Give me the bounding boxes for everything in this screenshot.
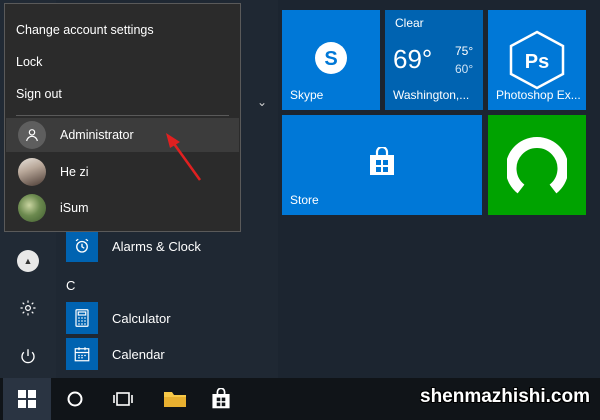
account-he-zi[interactable]: He zi: [6, 155, 239, 189]
tile-label: Photoshop Ex...: [496, 88, 581, 102]
app-label: Calculator: [112, 310, 171, 326]
power-button[interactable]: [8, 336, 48, 376]
tile-skype[interactable]: S Skype: [282, 10, 380, 110]
avatar: [18, 194, 46, 222]
weather-condition: Clear: [395, 16, 424, 30]
account-name: iSum: [60, 201, 89, 215]
account-name: He zi: [60, 165, 89, 179]
menu-divider: [16, 115, 229, 116]
app-item-calculator[interactable]: Calculator: [66, 302, 171, 334]
tile-weather[interactable]: Clear 69° 75° 60° Washington,...: [385, 10, 483, 110]
photoshop-icon: Ps: [509, 30, 565, 90]
account-name: Administrator: [60, 128, 134, 142]
tile-label: Skype: [290, 88, 324, 102]
account-menu: Change account settings Lock Sign out Ad…: [4, 3, 241, 232]
avatar: [18, 158, 46, 186]
lock-item[interactable]: Lock: [16, 55, 42, 69]
file-explorer-button[interactable]: [151, 378, 199, 420]
alarm-clock-icon: [66, 230, 98, 262]
section-letter-header[interactable]: C: [66, 278, 75, 293]
start-menu-screen: ▲ Alarms & Clock C Calculator Calendar ⌄…: [0, 0, 600, 420]
account-isum[interactable]: iSum: [6, 191, 239, 225]
weather-temp: 69°: [393, 44, 433, 74]
windows-start-icon: [18, 390, 36, 408]
settings-button[interactable]: [8, 288, 48, 328]
svg-text:Ps: Ps: [525, 51, 549, 73]
task-view-icon: [113, 392, 133, 406]
avatar: [18, 121, 46, 149]
task-view-button[interactable]: [99, 378, 147, 420]
cortana-button[interactable]: [51, 378, 99, 420]
account-administrator[interactable]: Administrator: [6, 118, 239, 152]
tile-app[interactable]: [488, 115, 586, 215]
svg-text:S: S: [324, 48, 337, 70]
skype-icon: S: [315, 42, 347, 74]
user-icon: [26, 129, 38, 142]
app-label: Alarms & Clock: [112, 238, 201, 254]
store-taskbar-button[interactable]: [197, 378, 245, 420]
user-avatar-icon: ▲: [17, 250, 39, 272]
green-ring-icon: [507, 137, 567, 194]
user-avatar-button[interactable]: ▲: [8, 241, 48, 281]
power-icon: [21, 349, 35, 364]
tile-label: Washington,...: [393, 88, 470, 102]
sign-out-item[interactable]: Sign out: [16, 87, 62, 101]
chevron-down-icon[interactable]: ⌄: [257, 95, 267, 109]
store-icon: [370, 147, 394, 175]
settings-icon: [20, 300, 36, 316]
tile-label: Store: [290, 193, 319, 207]
change-account-settings[interactable]: Change account settings: [16, 23, 154, 37]
app-item-calendar[interactable]: Calendar: [66, 338, 165, 370]
calendar-icon: [66, 338, 98, 370]
tile-photoshop[interactable]: Ps Photoshop Ex...: [488, 10, 586, 110]
tile-store[interactable]: Store: [282, 115, 482, 215]
start-button[interactable]: [3, 378, 51, 420]
cortana-icon: [67, 391, 83, 407]
store-icon: [212, 388, 230, 409]
weather-low: 60°: [455, 62, 474, 76]
app-label: Calendar: [112, 346, 165, 362]
file-explorer-icon: [164, 392, 186, 407]
calculator-icon: [66, 302, 98, 334]
weather-high: 75°: [455, 44, 474, 58]
app-item-alarms[interactable]: Alarms & Clock: [66, 230, 201, 262]
watermark-text: shenmazhishi.com: [420, 386, 590, 407]
